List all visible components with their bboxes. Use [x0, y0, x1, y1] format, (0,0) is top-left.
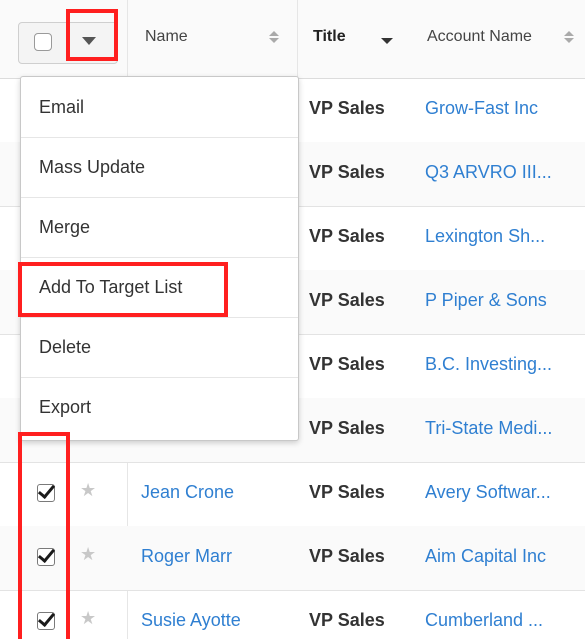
menu-item-delete[interactable]: Delete: [21, 317, 298, 378]
account-name-link[interactable]: Lexington Sh...: [425, 226, 545, 247]
title-cell: VP Sales: [309, 162, 385, 182]
title-cell: VP Sales: [309, 290, 385, 310]
name-link[interactable]: Roger Marr: [141, 546, 232, 567]
menu-item-email[interactable]: Email: [21, 77, 298, 138]
menu-item-label: Merge: [39, 217, 91, 237]
highlight-dropdown-caret: [66, 9, 118, 61]
menu-item-export[interactable]: Export: [21, 377, 298, 437]
select-all-checkbox[interactable]: [34, 33, 52, 51]
column-header-account-name[interactable]: Account Name: [427, 28, 532, 46]
sort-down-icon: [564, 38, 574, 43]
menu-item-label: Mass Update: [39, 157, 146, 177]
account-name-link[interactable]: Grow-Fast Inc: [425, 98, 538, 119]
table-row[interactable]: ★ Susie Ayotte VP Sales Cumberland ...: [0, 590, 585, 639]
title-cell: VP Sales: [309, 610, 385, 630]
account-name-link[interactable]: Cumberland ...: [425, 610, 543, 631]
account-name-link[interactable]: Q3 ARVRO III...: [425, 162, 552, 183]
sort-descending-icon: [381, 38, 393, 44]
title-cell: VP Sales: [309, 98, 385, 118]
star-icon[interactable]: ★: [80, 480, 96, 501]
account-name-link[interactable]: Aim Capital Inc: [425, 546, 546, 567]
star-icon[interactable]: ★: [80, 608, 96, 629]
name-link[interactable]: Susie Ayotte: [141, 610, 241, 631]
column-header-name[interactable]: Name: [145, 28, 188, 46]
menu-item-label: Email: [39, 97, 85, 117]
title-cell: VP Sales: [309, 482, 385, 502]
account-name-link[interactable]: Avery Softwar...: [425, 482, 551, 503]
sort-up-icon: [564, 31, 574, 36]
table-row[interactable]: ★ Roger Marr VP Sales Aim Capital Inc: [0, 526, 585, 591]
account-name-link[interactable]: Tri-State Medi...: [425, 418, 552, 439]
title-cell: VP Sales: [309, 546, 385, 566]
sort-down-icon: [269, 38, 279, 43]
highlight-add-to-target-list: [18, 262, 228, 317]
account-name-link[interactable]: B.C. Investing...: [425, 354, 552, 375]
mass-actions-menu: Email Mass Update Merge Add To Target Li…: [20, 76, 299, 441]
title-cell: VP Sales: [309, 354, 385, 374]
sort-up-icon: [269, 31, 279, 36]
column-header-title[interactable]: Title: [313, 28, 346, 46]
title-cell: VP Sales: [309, 226, 385, 246]
records-list-view: Name Title Account Name VP Sales Grow-Fa…: [0, 0, 585, 639]
account-name-link[interactable]: P Piper & Sons: [425, 290, 547, 311]
column-divider: [297, 0, 298, 78]
table-row[interactable]: ★ Jean Crone VP Sales Avery Softwar...: [0, 462, 585, 527]
menu-item-mass-update[interactable]: Mass Update: [21, 137, 298, 198]
highlight-selected-checkboxes: [18, 432, 70, 639]
name-link[interactable]: Jean Crone: [141, 482, 234, 503]
star-icon[interactable]: ★: [80, 544, 96, 565]
menu-item-label: Delete: [39, 337, 92, 357]
menu-item-label: Export: [39, 397, 92, 417]
title-cell: VP Sales: [309, 418, 385, 438]
menu-item-merge[interactable]: Merge: [21, 197, 298, 258]
